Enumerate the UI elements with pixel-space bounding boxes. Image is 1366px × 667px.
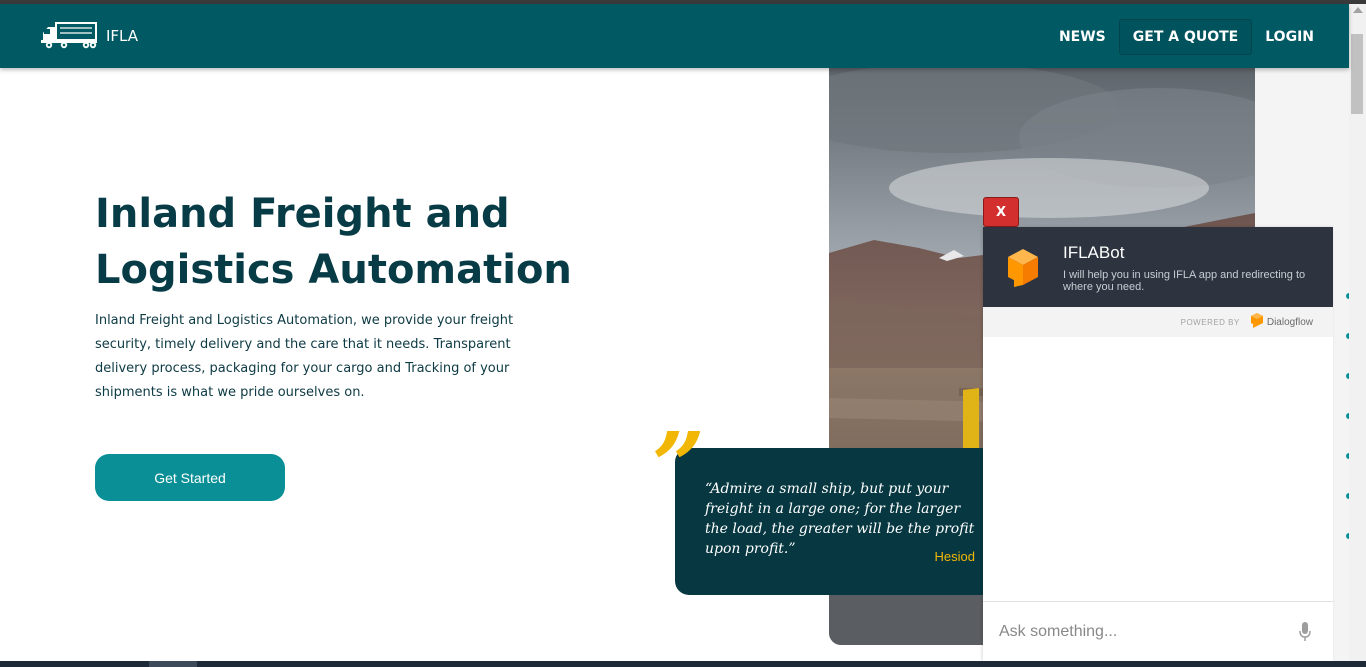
chat-header: IFLABot I will help you in using IFLA ap… bbox=[983, 227, 1333, 307]
nav-link-login[interactable]: LOGIN bbox=[1252, 20, 1327, 54]
scroll-up-arrow-icon[interactable] bbox=[1353, 7, 1363, 13]
nav-links: NEWS GET A QUOTE LOGIN bbox=[1046, 19, 1327, 55]
taskbar-strip bbox=[0, 661, 1366, 667]
chat-subtitle: I will help you in using IFLA app and re… bbox=[1063, 269, 1306, 293]
navbar: IFLA NEWS GET A QUOTE LOGIN bbox=[0, 4, 1349, 68]
nav-link-get-a-quote[interactable]: GET A QUOTE bbox=[1118, 19, 1253, 55]
chat-close-button[interactable]: X bbox=[983, 197, 1019, 227]
powered-by-label: POWERED BY bbox=[1180, 317, 1240, 327]
quote-author: Hesiod bbox=[934, 549, 975, 564]
dialogflow-cube-icon bbox=[1005, 247, 1041, 294]
chatbot-panel: IFLABot I will help you in using IFLA ap… bbox=[983, 227, 1333, 661]
truck-icon bbox=[40, 20, 98, 52]
microphone-icon[interactable] bbox=[1299, 622, 1311, 647]
brand-name: IFLA bbox=[106, 27, 139, 45]
chat-input[interactable] bbox=[999, 620, 1289, 644]
chat-title: IFLABot bbox=[1063, 243, 1125, 262]
quote-mark-icon: ” bbox=[652, 412, 705, 520]
chat-input-row bbox=[983, 601, 1333, 661]
scrollbar-thumb[interactable] bbox=[1351, 34, 1363, 114]
nav-link-news[interactable]: NEWS bbox=[1046, 20, 1119, 54]
dialogflow-logo[interactable]: Dialogflow bbox=[1250, 312, 1313, 333]
hero-description: Inland Freight and Logistics Automation,… bbox=[95, 313, 514, 400]
taskbar-item[interactable] bbox=[149, 661, 197, 667]
quote-text: “Admire a small ship, but put your freig… bbox=[705, 481, 975, 557]
get-started-button[interactable]: Get Started bbox=[95, 454, 285, 501]
brand[interactable]: IFLA bbox=[40, 20, 138, 52]
dialogflow-name: Dialogflow bbox=[1266, 316, 1313, 328]
hero-title: Inland Freight and Logistics Automation bbox=[95, 191, 572, 293]
dialogflow-logo-icon bbox=[1250, 312, 1264, 333]
powered-by-bar: POWERED BY Dialogflow bbox=[983, 307, 1333, 337]
